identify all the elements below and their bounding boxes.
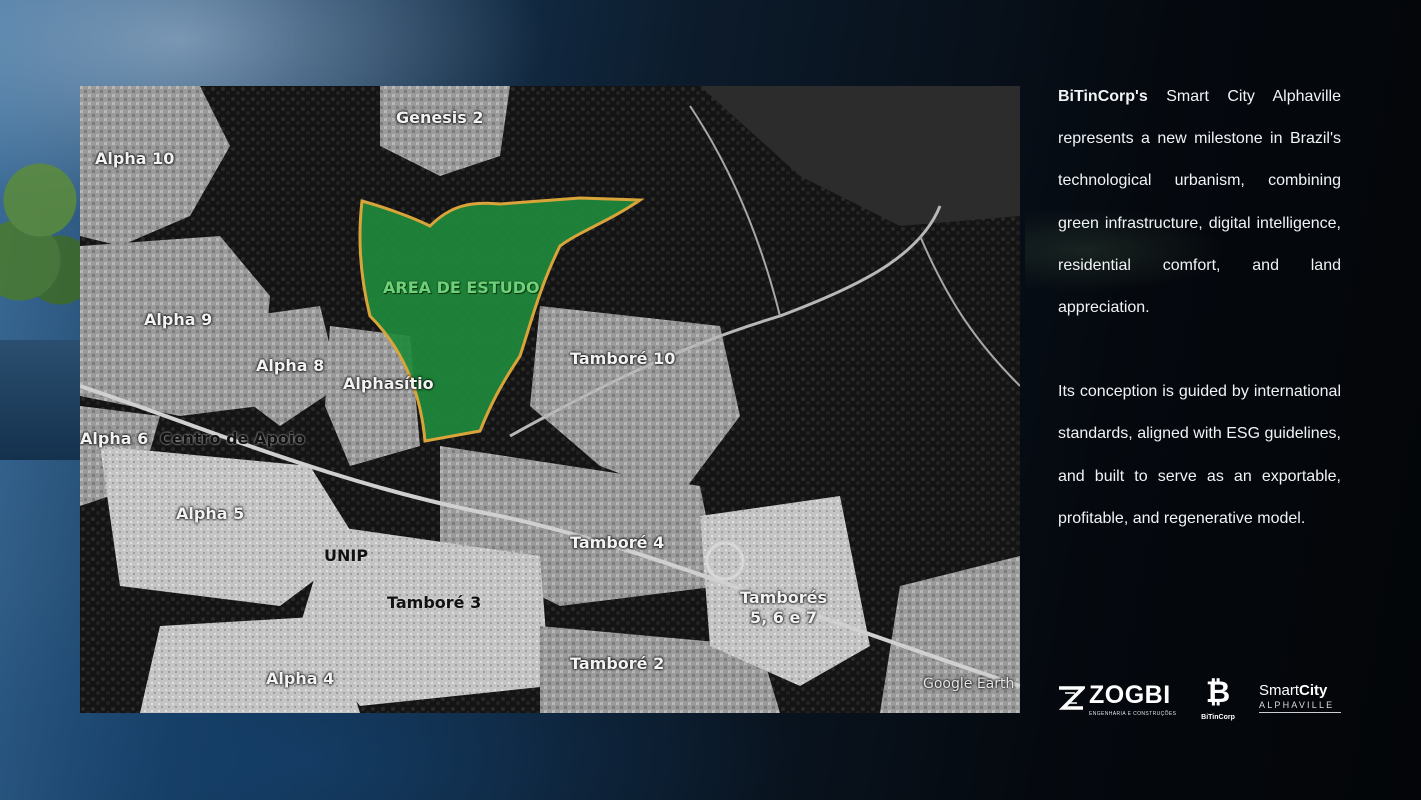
- map-label-centro-de-apoio: Centro de Apoio: [160, 429, 306, 448]
- description-paragraph-2: Its conception is guided by internationa…: [1058, 383, 1341, 527]
- zogbi-mark-icon: [1058, 686, 1085, 710]
- map-label-tambore3: Tamboré 3: [387, 593, 482, 612]
- bitincorp-logo: ₿ BiTinCorp: [1197, 676, 1239, 724]
- description-panel: BiTinCorp's Smart City Alphaville repres…: [1058, 76, 1341, 582]
- smartcity-logo: SmartCity ALPHAVILLE: [1259, 682, 1341, 722]
- description-paragraph-1-text: Smart City Alphaville represents a new m…: [1058, 88, 1341, 317]
- map-label-genesis2: Genesis 2: [396, 108, 484, 127]
- zogbi-logo: ZOGBI ENGENHARIA E CONSTRUÇÕES: [1057, 681, 1181, 718]
- slide: Genesis 2 Alpha 10 AREA DE ESTUDO Alpha …: [0, 0, 1421, 800]
- aerial-map: Genesis 2 Alpha 10 AREA DE ESTUDO Alpha …: [80, 86, 1020, 713]
- map-label-tambores-line2: 5, 6 e 7: [749, 608, 818, 627]
- map-label-tambores-line1: Tamborés: [740, 588, 828, 607]
- map-label-alpha6: Alpha 6: [80, 429, 149, 448]
- background-water: [0, 340, 80, 460]
- smartcity-wordmark: SmartCity: [1259, 682, 1341, 699]
- description-paragraph-1: BiTinCorp's Smart City Alphaville repres…: [1058, 76, 1341, 329]
- map-label-tambores-5-6-7: Tamborés 5, 6 e 7: [740, 588, 827, 628]
- map-label-alphasitio: Alphasítio: [343, 374, 434, 393]
- map-attribution: Google Earth: [923, 676, 1015, 692]
- smartcity-subtitle: ALPHAVILLE: [1259, 700, 1341, 713]
- map-label-area-de-estudo: AREA DE ESTUDO: [383, 278, 540, 297]
- partner-logos: ZOGBI ENGENHARIA E CONSTRUÇÕES ₿ BiTinCo…: [1057, 676, 1347, 726]
- map-label-alpha5: Alpha 5: [176, 504, 245, 523]
- zogbi-tagline: ENGENHARIA E CONSTRUÇÕES: [1089, 711, 1177, 717]
- map-label-tambore4: Tamboré 4: [570, 533, 665, 552]
- map-label-alpha4: Alpha 4: [266, 669, 335, 688]
- map-label-unip: UNIP: [324, 546, 369, 565]
- district-alpha4: [140, 616, 360, 713]
- map-graphic: [80, 86, 1020, 713]
- map-label-alpha10: Alpha 10: [95, 149, 175, 168]
- map-label-alpha9: Alpha 9: [144, 310, 213, 329]
- map-label-alpha8: Alpha 8: [256, 356, 325, 375]
- bitcoin-icon: ₿: [1205, 675, 1231, 710]
- brand-name: BiTinCorp's: [1058, 88, 1148, 105]
- zogbi-wordmark: ZOGBI: [1089, 681, 1171, 709]
- bitincorp-wordmark: BiTinCorp: [1201, 714, 1235, 721]
- smartcity-bold: City: [1299, 682, 1328, 699]
- smartcity-light: Smart: [1259, 682, 1300, 699]
- map-label-tambore2: Tamboré 2: [570, 654, 665, 673]
- map-label-tambore10: Tamboré 10: [570, 349, 676, 368]
- background-trees: [0, 150, 80, 340]
